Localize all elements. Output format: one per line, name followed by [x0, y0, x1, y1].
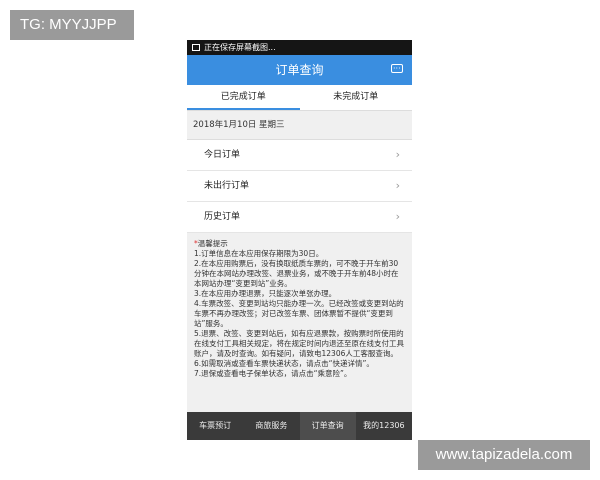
tips-section: *温馨提示 1.订单信息在本应用保存期限为30日。 2.在本应用购票后，没有换取…	[187, 233, 412, 379]
chevron-right-icon: ›	[395, 148, 400, 161]
phone-screen: 正在保存屏幕截图... 订单查询 已完成订单 未完成订单 2018年1月10日 …	[187, 40, 412, 440]
tip-line: 2.在本应用购票后，没有换取纸质车票的，可不晚于开车前30分钟在本网站办理改签、…	[194, 259, 399, 288]
tips-title: *温馨提示	[194, 239, 228, 248]
watermark-bottom-right: www.tapizadela.com	[418, 440, 590, 470]
nav-order-query[interactable]: 订单查询	[299, 412, 356, 440]
page-title: 订单查询	[275, 63, 324, 77]
chevron-right-icon: ›	[395, 210, 400, 223]
order-list: 今日订单 › 未出行订单 › 历史订单 ›	[187, 140, 412, 233]
order-row-label: 今日订单	[204, 150, 241, 160]
nav-my-12306[interactable]: 我的12306	[356, 412, 412, 440]
order-row-label: 未出行订单	[204, 181, 250, 191]
order-row-upcoming[interactable]: 未出行订单 ›	[187, 171, 412, 202]
status-text: 正在保存屏幕截图...	[204, 43, 276, 52]
title-bar: 订单查询	[187, 54, 412, 85]
chat-icon[interactable]	[391, 54, 403, 84]
date-line: 2018年1月10日 星期三	[187, 111, 412, 140]
order-tabs: 已完成订单 未完成订单	[187, 85, 412, 111]
tab-completed-orders[interactable]: 已完成订单	[187, 85, 300, 110]
tip-line: 5.退票、改签、变更到站后，如有应退票款，按购票时所使用的在线支付工具相关规定，…	[194, 329, 404, 358]
status-bar: 正在保存屏幕截图...	[187, 40, 412, 55]
tab-pending-orders[interactable]: 未完成订单	[300, 85, 413, 110]
tip-line: 3.在本应用办理退票，只能逐次单张办理。	[194, 289, 337, 298]
order-row-label: 历史订单	[204, 212, 241, 222]
order-row-today[interactable]: 今日订单 ›	[187, 140, 412, 171]
tip-line: 1.订单信息在本应用保存期限为30日。	[194, 249, 324, 258]
nav-ticket-booking[interactable]: 车票预订	[187, 412, 243, 440]
tip-line: 7.退保或查看电子保单状态，请点击“乘意险”。	[194, 369, 352, 378]
nav-business-travel[interactable]: 商旅服务	[243, 412, 299, 440]
bottom-nav: 车票预订 商旅服务 订单查询 我的12306	[187, 412, 412, 440]
chevron-right-icon: ›	[395, 179, 400, 192]
order-row-history[interactable]: 历史订单 ›	[187, 202, 412, 233]
tip-line: 4.车票改签、变更到站均只能办理一次。已经改签或变更到站的车票不再办理改签；对已…	[194, 299, 404, 328]
screenshot-icon	[192, 44, 200, 51]
tip-line: 6.如需取消或查看车票快递状态，请点击“快递详情”。	[194, 359, 374, 368]
watermark-top-left: TG: MYYJJPP	[10, 10, 134, 40]
